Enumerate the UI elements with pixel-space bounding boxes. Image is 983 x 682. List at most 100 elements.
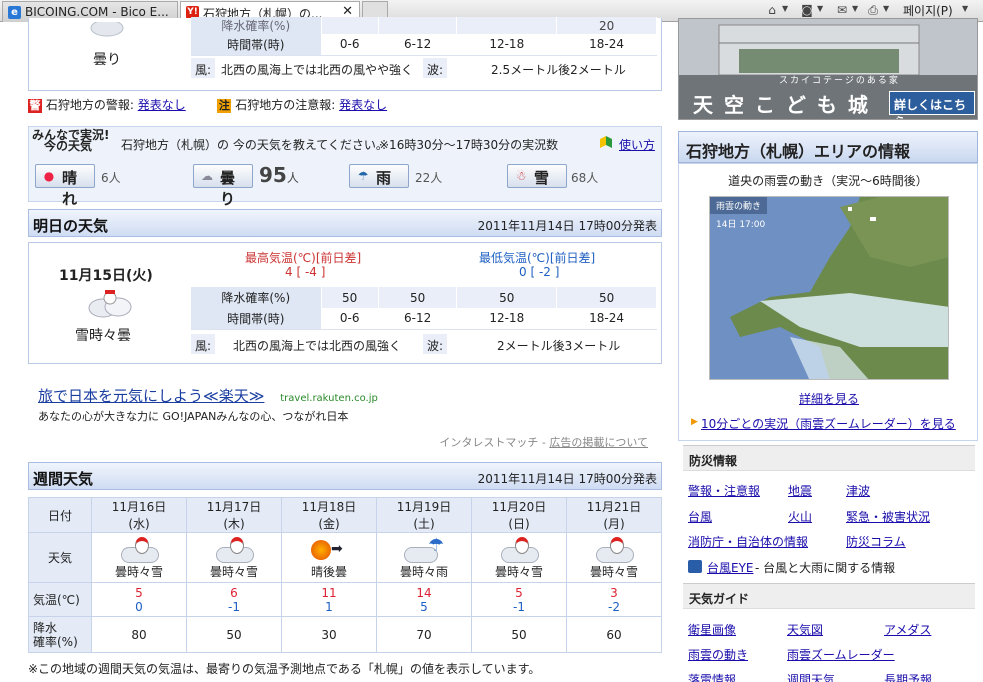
chevron-down-icon[interactable]: ▼ — [962, 4, 968, 13]
weekly-day: 11月20日 (日) — [471, 497, 567, 533]
precip-cell: 80 — [91, 616, 187, 653]
weekly-date-row: 日付 11月16日 (水) 11月17日 (木) 11月18日 (金) 11月19日 (… — [28, 497, 662, 533]
volcano-link[interactable]: 火山 — [788, 508, 812, 525]
temp-high: 6 — [230, 585, 238, 600]
temp-low: -2 — [608, 599, 620, 614]
wind-text: 北西の風海上では北西の風やや強く — [221, 63, 414, 77]
caution-link[interactable]: 発表なし — [339, 98, 387, 112]
fire-agency-link[interactable]: 消防庁・自治体の情報 — [688, 533, 808, 550]
time-slot: 0-6 — [321, 34, 379, 56]
disaster-column-link[interactable]: 防災コラム — [846, 533, 906, 550]
radar-details-link[interactable]: 詳細を見る — [799, 390, 859, 407]
amedas-link[interactable]: アメダス — [884, 621, 931, 638]
long-term-link[interactable]: 長期予報 — [884, 671, 932, 682]
typhoon-eye-link[interactable]: 台風EYE — [707, 559, 754, 576]
precip-cell: 50 — [321, 287, 379, 308]
temp-cell: 5 -1 — [471, 582, 567, 617]
weather-text: 曇時々雪 — [589, 565, 638, 579]
disaster-links: 警報・注意報 地震 津波 台風 火山 緊急・被害状況 消防庁・自治体の情報 防災… — [688, 482, 978, 562]
page-menu[interactable]: 페이지(P) — [903, 2, 953, 19]
weather-text: 晴後曇 — [310, 565, 347, 579]
mail-icon[interactable]: ✉ — [835, 3, 849, 17]
howto-link[interactable]: 使い方 — [619, 136, 655, 153]
earthquake-link[interactable]: 地震 — [788, 482, 812, 499]
weekly-table: 日付 11月16日 (水) 11月17日 (木) 11月18日 (金) 11月19日 (… — [28, 497, 662, 653]
warning-link[interactable]: 発表なし — [138, 98, 186, 112]
weekly-weather-cell: 曇時々雨 — [376, 532, 472, 583]
precip-cell: 50 — [556, 287, 657, 308]
warnings-link[interactable]: 警報・注意報 — [688, 482, 760, 499]
time-slot: 18-24 — [556, 308, 657, 330]
day-date: 11月16日 — [111, 500, 167, 514]
vote-rain-button[interactable]: ☂ 雨 — [349, 164, 409, 188]
typhoon-eye-icon — [688, 560, 702, 573]
temp-high: 3 — [610, 585, 618, 600]
chevron-down-icon[interactable]: ▼ — [782, 4, 788, 13]
precip-cell: 50 — [186, 616, 282, 653]
row-header: 日付 — [28, 497, 92, 533]
feeds-icon[interactable]: ◙ — [800, 3, 814, 17]
day-dow: (月) — [603, 517, 625, 531]
triangle-bullet-icon: ▶ — [691, 417, 698, 427]
weather-map-link[interactable]: 天気図 — [787, 621, 823, 638]
wind-label: 風: — [191, 334, 216, 354]
weather-text: 曇時々雪 — [114, 565, 163, 579]
ad-headline-link[interactable]: 旅で日本を元気にしよう≪楽天≫ — [38, 387, 264, 405]
snow-cloud-icon — [212, 537, 256, 563]
time-label: 時間帯(時) — [191, 308, 322, 330]
emergency-link[interactable]: 緊急・被害状況 — [846, 508, 930, 525]
row-header: 気温(℃) — [28, 582, 92, 617]
temp-high: 11 — [321, 585, 337, 600]
time-slot: 12-18 — [456, 34, 558, 56]
banner-tagline: スカイコテージのある家 — [779, 76, 900, 86]
unit: 人 — [430, 171, 443, 185]
home-icon[interactable]: ⌂ — [765, 3, 779, 17]
chevron-down-icon[interactable]: ▼ — [852, 4, 858, 13]
vote-snow-button[interactable]: ☃ 雪 — [507, 164, 567, 188]
vote-sunny-button[interactable]: ● 晴れ — [35, 164, 95, 208]
house-banner-ad[interactable]: スカイコテージのある家 天 空 こ ど も 城 詳しくはこちら — [678, 18, 978, 120]
radar-map[interactable]: 雨雲の動き 14日 17:00 — [709, 196, 949, 380]
weekly-day: 11月16日 (水) — [91, 497, 187, 533]
issued-time: 2011年11月14日 17時00分発表 — [477, 472, 657, 486]
lightning-link[interactable]: 落雷情報 — [688, 671, 736, 682]
live-prompt: 石狩地方（札幌）の 今の天気を教えてください。 — [121, 138, 388, 152]
day-date: 11月20日 — [491, 500, 547, 514]
typhoon-link[interactable]: 台風 — [688, 508, 712, 525]
forecast-date: 11月15日(火) — [59, 268, 153, 284]
day-date: 11月19日 — [396, 500, 452, 514]
chevron-down-icon[interactable]: ▼ — [817, 4, 823, 13]
sun-to-cloud-icon — [307, 537, 351, 563]
weekly-weather-link[interactable]: 週間天気 — [787, 671, 835, 682]
vote-count: 68人 — [571, 169, 598, 186]
time-slot: 0-6 — [321, 308, 379, 330]
rain-zoom-radar-link[interactable]: 雨雲ズームレーダー — [787, 646, 895, 663]
time-slot: 12-18 — [456, 308, 558, 330]
ad-footer-prefix: インタレストマッチ - — [439, 436, 550, 449]
tsunami-link[interactable]: 津波 — [846, 482, 870, 499]
radar-zoom-link[interactable]: 10分ごとの実況（雨雲ズームレーダー）を見る — [701, 415, 956, 432]
banner-details-button[interactable]: 詳しくはこちら — [889, 91, 975, 119]
vote-count: 95人 — [259, 163, 299, 187]
min-temp-label: 最低気温(℃)[前日差] — [479, 251, 596, 265]
time-slot: 6-12 — [378, 308, 458, 330]
ad-body: あなたの心が大きな力に GO!JAPANみんなの心、つながれ日本 — [38, 410, 349, 423]
typhoon-eye-desc: - 台風と大雨に関する情報 — [755, 561, 896, 575]
weekly-day: 11月21日 (月) — [566, 497, 662, 533]
beginner-mark-icon — [599, 135, 613, 149]
wave-label: 波: — [423, 58, 448, 78]
weekly-weather-cell: 曇時々雪 — [91, 532, 187, 583]
chevron-down-icon[interactable]: ▼ — [883, 4, 889, 13]
tomorrow-panel: 11月15日(火) 雪時々曇 最高気温(℃)[前日差] 4 [ -4 ] 最低気… — [28, 242, 662, 364]
weekly-weather-cell: 曇時々雪 — [566, 532, 662, 583]
snow-cloud-icon — [592, 537, 636, 563]
vote-cloudy-button[interactable]: ☁ 曇り — [193, 164, 253, 208]
cloud-icon: ☁ — [201, 169, 213, 183]
radar-caption: 道央の雨雲の動き（実況～6時間後） — [728, 174, 928, 188]
vote-label: 雪 — [534, 169, 550, 187]
count: 22 — [415, 171, 431, 185]
print-icon[interactable]: ⎙ — [866, 3, 880, 17]
ad-about-link[interactable]: 広告の掲載について — [549, 436, 648, 449]
rain-cloud-link[interactable]: 雨雲の動き — [688, 646, 748, 663]
satellite-link[interactable]: 衛星画像 — [688, 621, 736, 638]
